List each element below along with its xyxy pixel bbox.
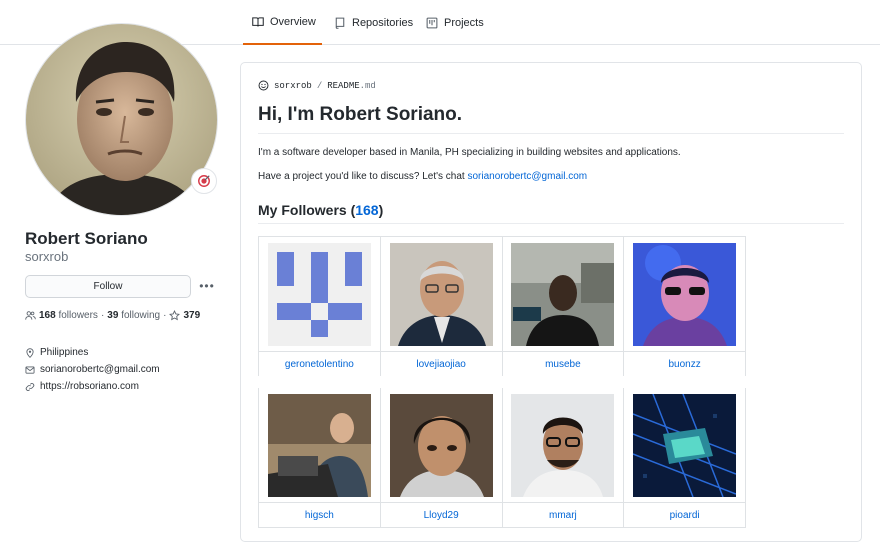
avatar-container [25,23,218,216]
follower-name-link[interactable]: higsch [259,503,380,527]
follower-cell [258,236,381,352]
follower-cell: lovejiaojiao [379,351,503,383]
location-icon [26,347,34,358]
divider [258,223,844,224]
people-icon [25,311,36,320]
readme-owner[interactable]: sorxrob [274,81,312,91]
follow-button[interactable]: Follow [25,275,191,298]
followers-label: followers [58,310,98,321]
book-icon [252,16,264,27]
follower-cell [379,376,503,503]
contact-email-link[interactable]: sorianorobertc@gmail.com [467,171,587,182]
profile-details: Philippines sorianorobertc@gmail.com htt… [25,344,160,395]
followers-link[interactable]: 168 followers [39,310,98,321]
target-icon [198,175,210,187]
contact-prefix: Have a project you'd like to discuss? Le… [258,171,468,182]
followers-count: 168 [39,310,56,321]
following-count: 39 [107,310,119,321]
follower-name-link[interactable]: musebe [503,352,624,376]
follower-avatar[interactable] [381,237,502,351]
tab-label: Repositories [352,16,414,29]
follower-avatar[interactable] [503,388,624,502]
website-row: https://robsoriano.com [25,378,160,395]
readme-contact: Have a project you'd like to discuss? Le… [258,171,587,182]
avatar[interactable] [25,23,218,216]
location-text: Philippines [40,347,89,358]
readme-header: sorxrob / README.md [258,80,376,91]
follower-avatar[interactable] [624,388,745,502]
readme-intro: I'm a software developer based in Manila… [258,147,681,158]
follower-avatar[interactable] [624,237,745,351]
tab-repositories[interactable]: Repositories [334,0,413,45]
follower-avatar[interactable] [381,388,502,502]
profile-stats: 168 followers · 39 following · 379 [25,310,200,321]
stats-separator: · [100,310,105,321]
followers-grid: geronetolentino lovejiaojiao musebe buon… [258,236,746,528]
follower-cell [379,236,503,352]
website-link[interactable]: https://robsoriano.com [40,381,139,392]
star-icon [169,310,181,321]
link-icon [25,382,35,391]
follower-name-link[interactable]: lovejiaojiao [381,352,502,376]
divider [258,133,844,134]
follower-cell: geronetolentino [258,351,381,383]
path-separator: / [316,80,323,91]
email-link[interactable]: sorianorobertc@gmail.com [40,364,160,375]
repo-icon [335,17,345,29]
following-label: following [121,310,161,321]
followers-heading: My Followers (168) [258,202,383,218]
stars-link[interactable]: 379 [183,310,200,321]
following-link[interactable]: 39 following [107,310,160,321]
readme-ext: .md [359,80,376,91]
follower-cell: musebe [501,351,625,383]
follower-avatar[interactable] [259,388,380,502]
profile-username: sorxrob [25,249,69,264]
follower-cell [623,376,746,503]
followers-heading-suffix: ) [378,202,384,218]
readme-heading: Hi, I'm Robert Soriano. [258,104,463,125]
readme-card: sorxrob / README.md Hi, I'm Robert Soria… [240,62,862,542]
email-row: sorianorobertc@gmail.com [25,361,160,378]
follower-cell [258,376,381,503]
more-options-icon[interactable]: ••• [199,278,215,294]
follower-name-link[interactable]: pioardi [624,503,745,527]
profile-full-name: Robert Soriano [25,229,148,248]
mail-icon [25,365,35,374]
follower-cell: mmarj [501,502,625,528]
status-emoji[interactable] [191,168,217,194]
project-icon [426,17,438,28]
follower-cell [501,236,625,352]
follower-avatar[interactable] [503,237,624,351]
tab-label: Projects [444,16,484,29]
follower-cell [501,376,625,503]
readme-file[interactable]: README [327,81,359,91]
location-row: Philippines [25,344,160,361]
follower-name-link[interactable]: buonzz [624,352,745,376]
tab-label: Overview [270,15,316,28]
smiley-icon [258,80,269,91]
follower-cell: higsch [258,502,381,528]
followers-heading-count[interactable]: 168 [355,202,378,218]
follower-cell [623,236,746,352]
follower-avatar[interactable] [259,237,380,351]
stars-count: 379 [183,310,201,321]
tab-projects[interactable]: Projects [426,0,484,45]
tab-overview[interactable]: Overview [243,0,322,45]
stats-separator: · [163,310,167,321]
follower-cell: pioardi [623,502,746,528]
follower-cell: buonzz [623,351,746,383]
follower-name-link[interactable]: mmarj [503,503,624,527]
followers-heading-prefix: My Followers ( [258,202,356,218]
follower-cell: Lloyd29 [379,502,503,528]
follower-name-link[interactable]: geronetolentino [259,352,380,376]
follower-name-link[interactable]: Lloyd29 [381,503,502,527]
